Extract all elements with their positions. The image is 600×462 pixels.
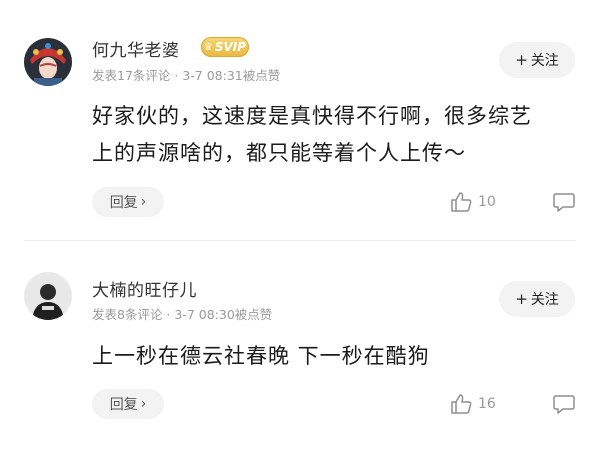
like-button[interactable]: 16: [450, 394, 496, 414]
reply-button[interactable]: 回复 ›: [92, 389, 164, 419]
follow-label: 关注: [530, 292, 559, 308]
username[interactable]: 大楠的旺仔儿: [92, 276, 197, 301]
comment-text: 上一秒在德云社春晚 下一秒在酷狗: [92, 338, 582, 375]
comment-text-line: 上一秒在德云社春晚 下一秒在酷狗: [92, 344, 430, 368]
plus-icon: +: [515, 290, 528, 308]
chevron-right-icon: ›: [140, 396, 147, 412]
comment-button[interactable]: [552, 393, 576, 419]
comment-item: 大楠的旺仔儿 发表8条评论 · 3-7 08:30被点赞 + 关注 上一秒在德云社…: [0, 0, 600, 462]
like-count: 16: [478, 396, 496, 412]
thumbs-up-icon: [451, 394, 472, 414]
follow-button[interactable]: + 关注: [499, 281, 575, 317]
comment-meta: 发表8条评论 · 3-7 08:30被点赞: [92, 307, 273, 322]
reply-label: 回复: [109, 397, 138, 413]
avatar[interactable]: [24, 272, 72, 320]
comment-bubble-icon: [553, 395, 575, 414]
